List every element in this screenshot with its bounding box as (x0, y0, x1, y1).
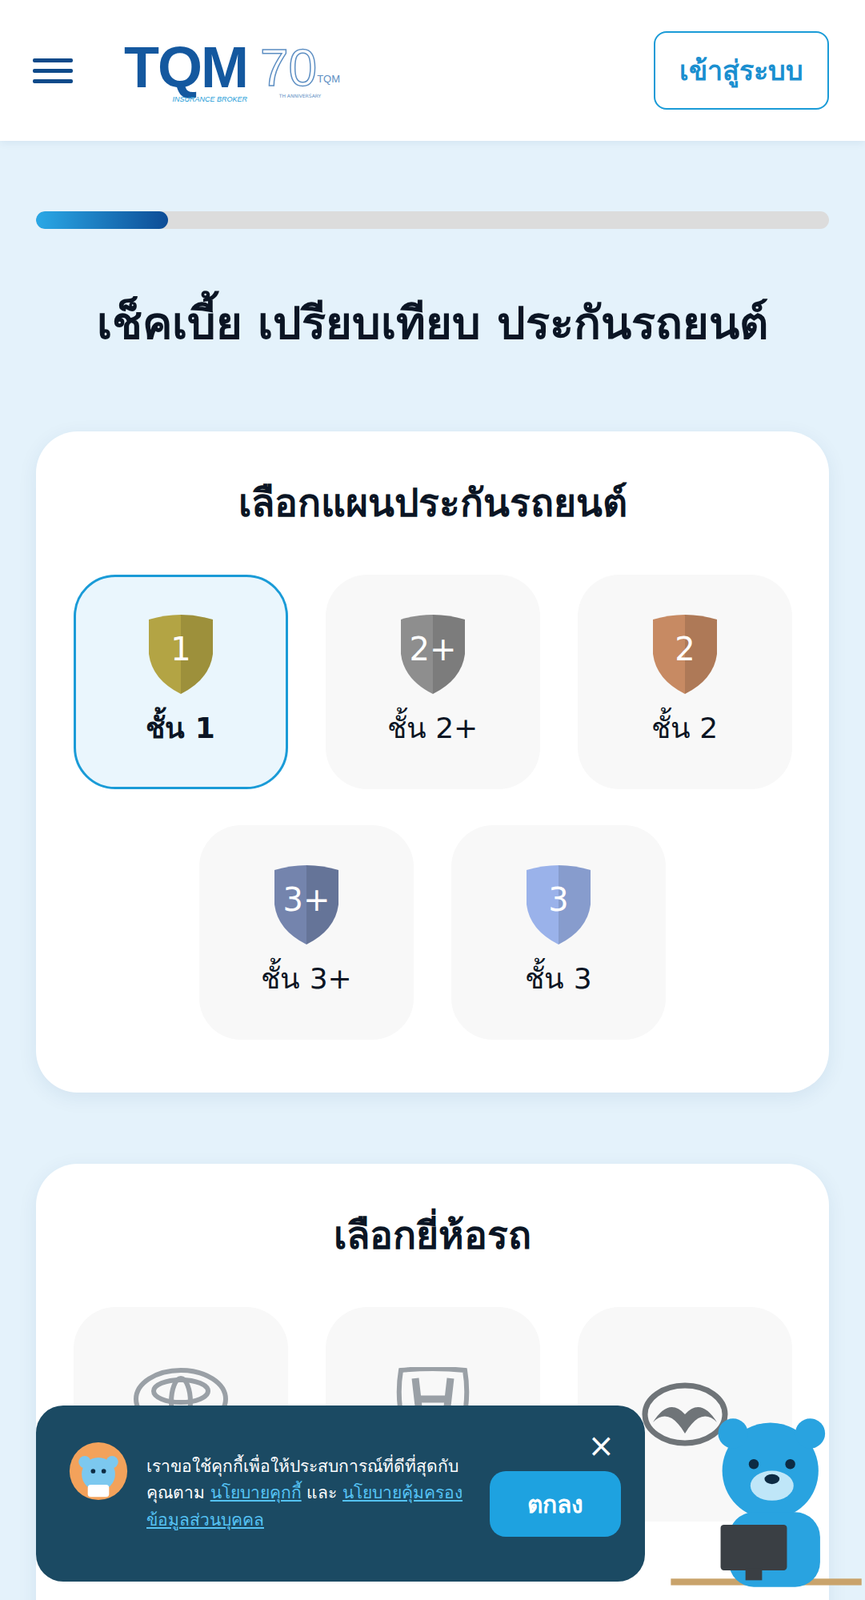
plan-tile[interactable]: 2+ ชั้น 2+ (325, 574, 541, 789)
plan-tile[interactable]: 3 ชั้น 3 (451, 824, 666, 1040)
plan-card: เลือกแผนประกันรถยนต์ 1 ชั้น 12+ ชั้น 2+2… (36, 431, 829, 1093)
plan-label: ชั้น 1 (145, 704, 216, 751)
logo-tagline: INSURANCE BROKER (172, 96, 248, 104)
card-title: เลือกแผนประกันรถยนต์ (72, 476, 793, 530)
card-title: เลือกยี่ห้อรถ (72, 1208, 793, 1262)
svg-text:2+: 2+ (408, 630, 457, 668)
progress-fill (36, 211, 169, 229)
shield-icon: 2+ (396, 612, 470, 696)
close-button[interactable]: × (580, 1429, 621, 1462)
logo-brand: TQM (124, 38, 248, 97)
header: TQM INSURANCE BROKER 70 TQM TH ANNIVERSA… (0, 0, 865, 141)
page: TQM INSURANCE BROKER 70 TQM TH ANNIVERSA… (0, 0, 865, 1600)
bear-mascot-icon[interactable] (645, 1412, 862, 1595)
svg-text:1: 1 (170, 630, 191, 668)
plan-label: ชั้น 3+ (260, 955, 353, 1002)
anniversary-caption: TH ANNIVERSARY (260, 93, 341, 99)
anniversary-number: 70 (260, 42, 317, 94)
plan-tile[interactable]: 2 ชั้น 2 (577, 574, 793, 789)
svg-text:3+: 3+ (283, 881, 331, 918)
cookie-bear-icon (68, 1440, 129, 1502)
privacy-policy-link[interactable]: นโยบายคุ้มครองข้อมูลส่วนบุคคล (146, 1482, 463, 1530)
shield-icon: 2 (648, 612, 722, 696)
shield-icon: 1 (144, 612, 218, 696)
anniversary-brand: TQM (316, 73, 341, 94)
page-title: เช็คเบี้ย เปรียบเทียบ ประกันรถยนต์ (36, 294, 829, 353)
plan-label: ชั้น 2 (651, 704, 718, 751)
plan-list: 1 ชั้น 12+ ชั้น 2+2 ชั้น 23+ ชั้น 3+3 ชั… (72, 574, 793, 1040)
accept-button[interactable]: ตกลง (489, 1470, 621, 1537)
progress-bar (36, 211, 829, 229)
svg-text:2: 2 (674, 630, 695, 668)
header-left: TQM INSURANCE BROKER 70 TQM TH ANNIVERSA… (32, 38, 341, 104)
plan-label: ชั้น 3 (524, 955, 592, 1002)
cookie-policy-link[interactable]: นโยบายคุกกี้ (210, 1482, 302, 1502)
shield-icon: 3+ (269, 862, 344, 946)
cookie-banner: เราขอใช้คุกกี้เพื่อให้ประสบการณ์ที่ดีที่… (36, 1405, 645, 1582)
plan-tile[interactable]: 1 ชั้น 1 (73, 574, 289, 789)
svg-text:3: 3 (548, 881, 569, 918)
plan-tile[interactable]: 3+ ชั้น 3+ (199, 824, 414, 1040)
plan-label: ชั้น 2+ (387, 704, 479, 751)
mazda-icon (636, 1381, 733, 1446)
main: เช็คเบี้ย เปรียบเทียบ ประกันรถยนต์ เลือก… (0, 140, 865, 1600)
menu-icon[interactable] (32, 56, 73, 85)
login-button[interactable]: เข้าสู่ระบบ (653, 31, 829, 110)
cookie-text: เราขอใช้คุกกี้เพื่อให้ประสบการณ์ที่ดีที่… (146, 1453, 473, 1534)
anniversary-logo: 70 TQM TH ANNIVERSARY (260, 42, 341, 99)
shield-icon: 3 (521, 862, 596, 946)
cookie-actions: × ตกลง (489, 1429, 621, 1558)
tqm-logo[interactable]: TQM INSURANCE BROKER (124, 38, 248, 104)
